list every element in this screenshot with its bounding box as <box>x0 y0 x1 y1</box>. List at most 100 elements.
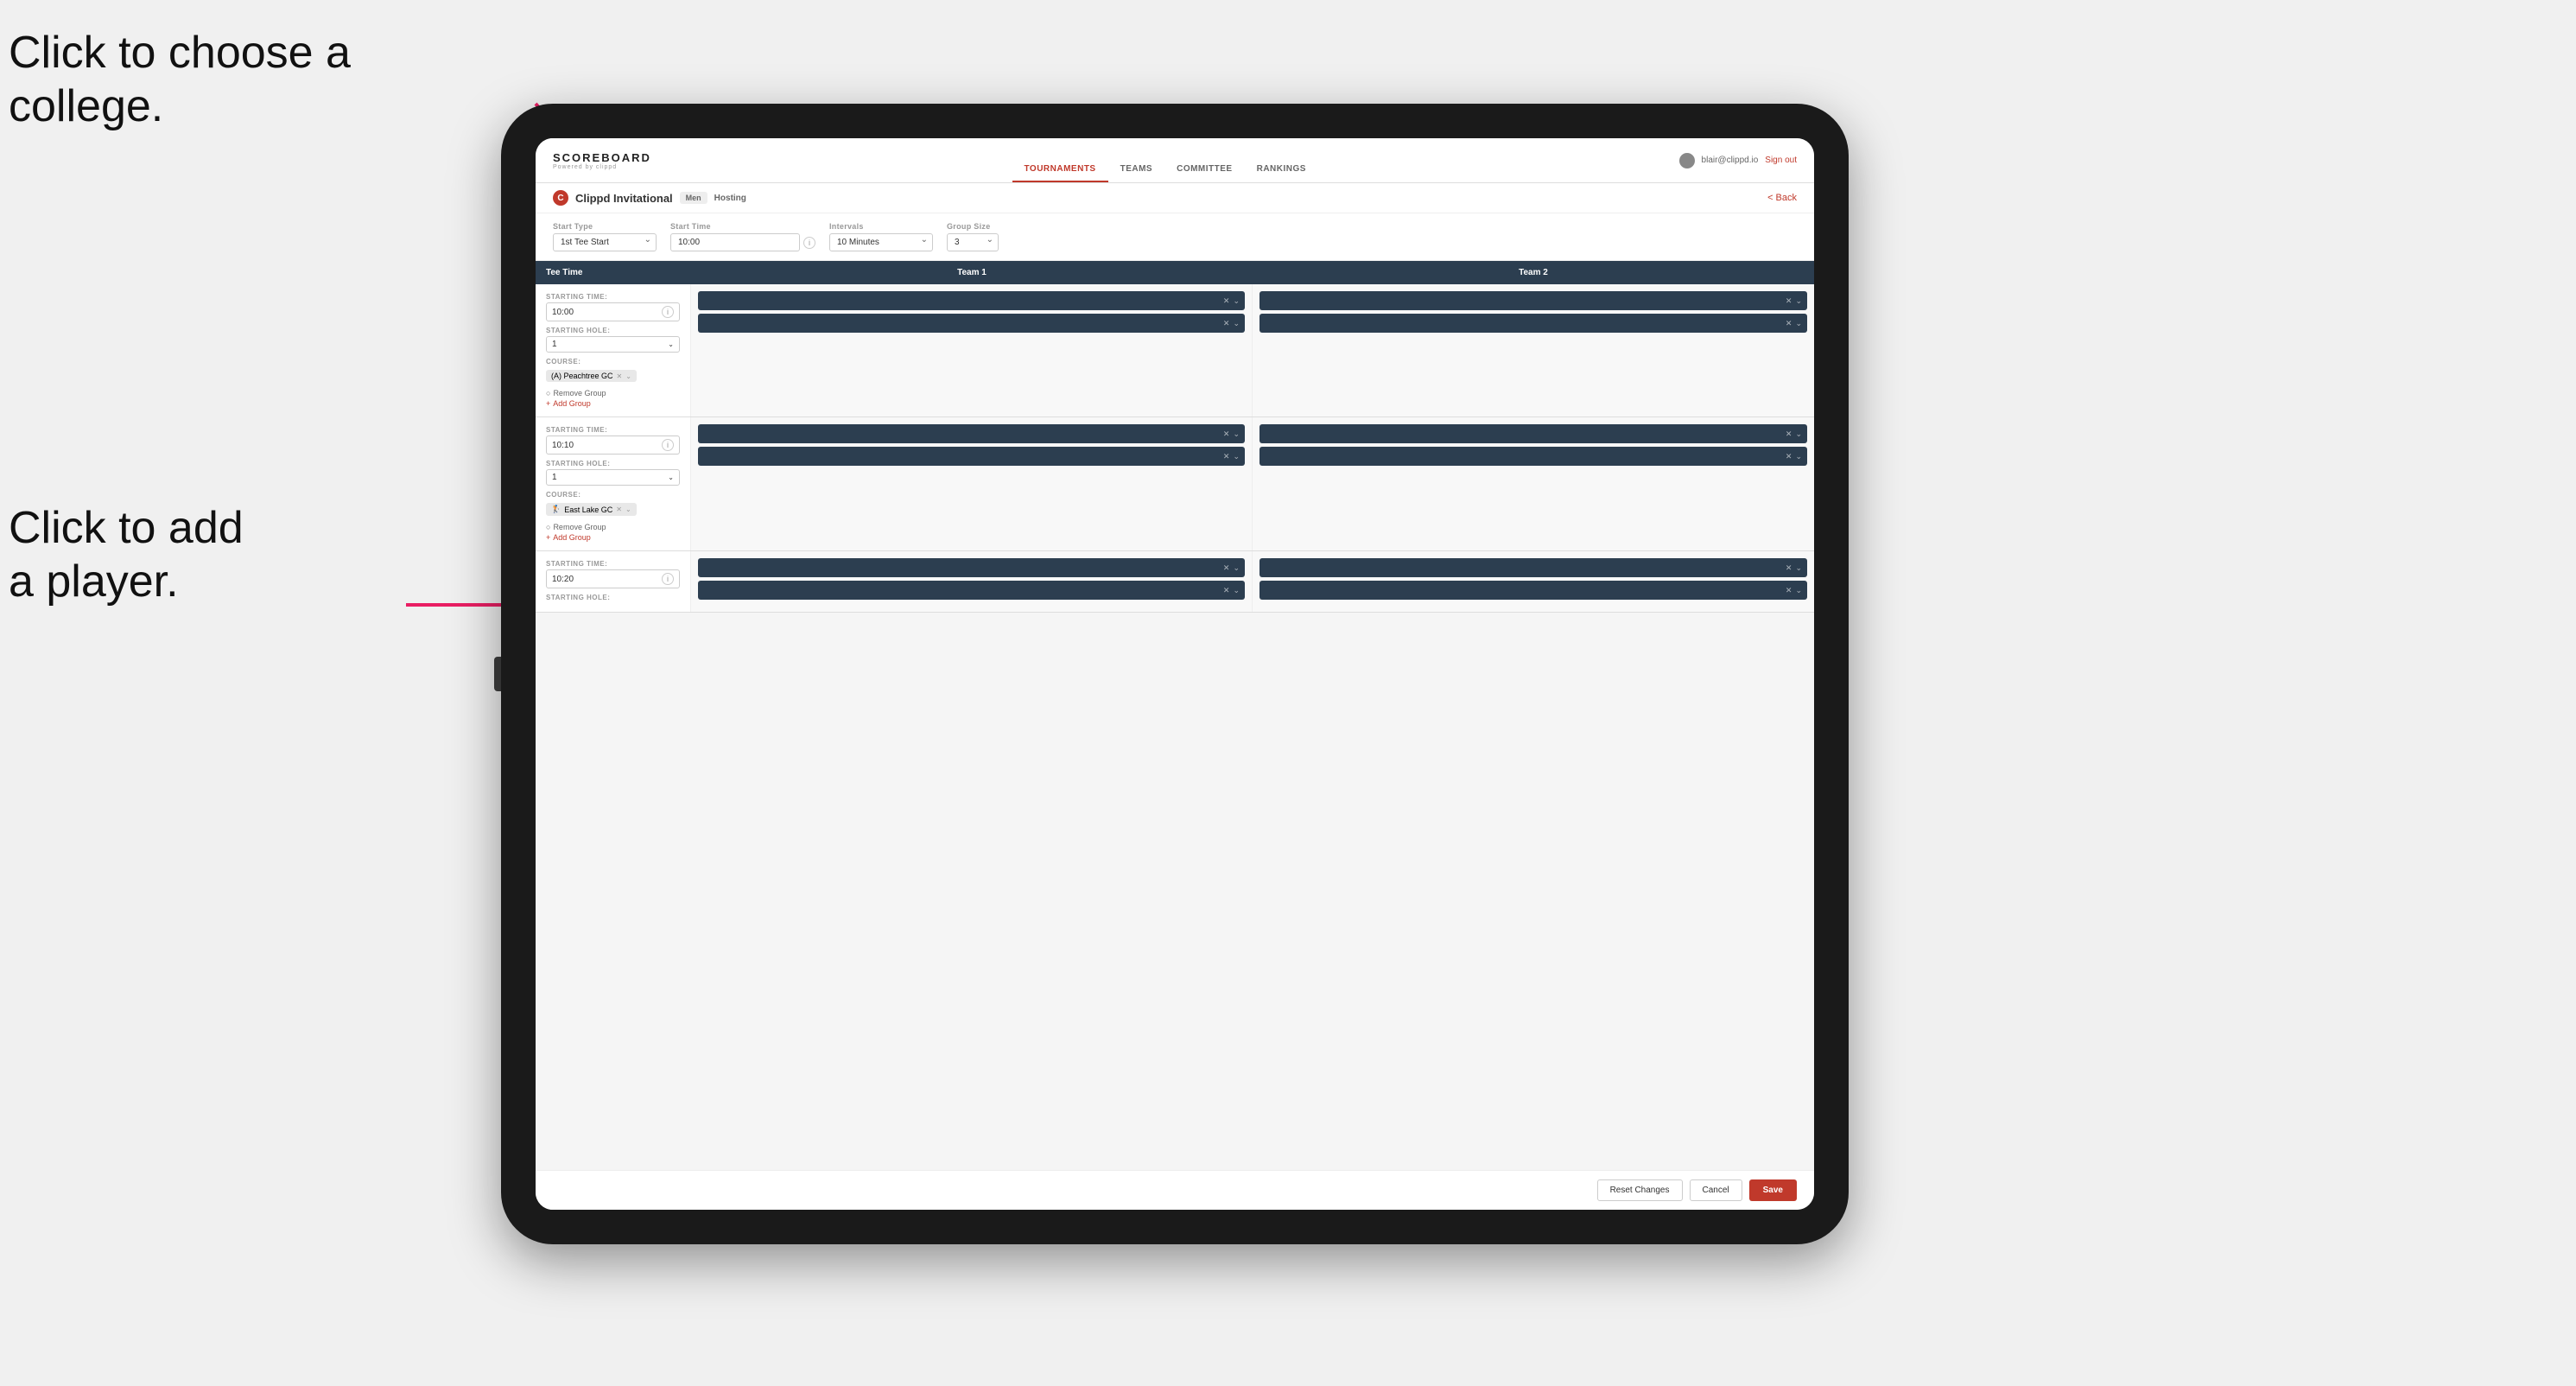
player-x[interactable]: ✕ <box>1786 563 1792 573</box>
remove-group-2[interactable]: ○ Remove Group <box>546 523 680 531</box>
starting-hole-label-3: STARTING HOLE: <box>546 594 680 601</box>
player-row[interactable]: ✕ ⌄ <box>1259 424 1807 443</box>
player-x[interactable]: ✕ <box>1786 452 1792 461</box>
player-x[interactable]: ✕ <box>1786 296 1792 306</box>
nav-teams[interactable]: TEAMS <box>1108 157 1165 182</box>
tournament-name: Clippd Invitational <box>575 192 673 205</box>
controls-row: Start Type 1st Tee Start Start Time i In… <box>536 213 1814 261</box>
group-size-group: Group Size 3 <box>947 222 999 251</box>
course-remove-x-1[interactable]: ✕ <box>617 372 623 380</box>
player-x[interactable]: ✕ <box>1223 296 1230 306</box>
th-team2: Team 2 <box>1253 261 1814 284</box>
player-x[interactable]: ✕ <box>1786 319 1792 328</box>
starting-time-input-1[interactable]: 10:00 i <box>546 302 680 321</box>
course-label-1: COURSE: <box>546 358 680 366</box>
player-x[interactable]: ✕ <box>1223 429 1230 439</box>
player-chevron: ⌄ <box>1795 563 1802 573</box>
course-chevron-1[interactable]: ⌄ <box>625 372 631 380</box>
starting-hole-select-1[interactable]: 1 ⌄ <box>546 336 680 353</box>
gender-badge: Men <box>680 192 707 204</box>
player-x[interactable]: ✕ <box>1223 452 1230 461</box>
start-type-select[interactable]: 1st Tee Start <box>553 233 657 251</box>
intervals-label: Intervals <box>829 222 933 231</box>
start-time-input[interactable] <box>670 233 800 251</box>
player-row[interactable]: ✕ ⌄ <box>1259 447 1807 466</box>
player-chevron: ⌄ <box>1233 296 1240 306</box>
course-label-2: COURSE: <box>546 491 680 499</box>
remove-group-1[interactable]: ○ Remove Group <box>546 389 680 397</box>
table-header: Tee Time Team 1 Team 2 <box>536 261 1814 284</box>
player-chevron: ⌄ <box>1795 319 1802 328</box>
player-x[interactable]: ✕ <box>1223 563 1230 573</box>
player-row[interactable]: ✕ ⌄ <box>1259 581 1807 600</box>
tablet-screen: SCOREBOARD Powered by clippd TOURNAMENTS… <box>536 138 1814 1210</box>
clippd-logo: C <box>553 190 568 206</box>
player-chevron: ⌄ <box>1795 296 1802 306</box>
nav-committee[interactable]: COMMITTEE <box>1164 157 1245 182</box>
course-name-1: (A) Peachtree GC <box>551 372 613 380</box>
player-row[interactable]: ✕ ⌄ <box>698 558 1245 577</box>
starting-hole-select-2[interactable]: 1 ⌄ <box>546 469 680 486</box>
reset-changes-button[interactable]: Reset Changes <box>1597 1179 1683 1201</box>
team2-players-1: ✕ ⌄ ✕ ⌄ <box>1253 284 1814 416</box>
player-row[interactable]: ✕ ⌄ <box>698 291 1245 310</box>
tee-left-2: STARTING TIME: 10:10 i STARTING HOLE: 1 … <box>536 417 691 550</box>
starting-hole-label-1: STARTING HOLE: <box>546 327 680 334</box>
course-tag-1: (A) Peachtree GC ✕ ⌄ <box>546 370 637 382</box>
course-remove-x-2[interactable]: ✕ <box>616 505 622 513</box>
add-group-1[interactable]: + Add Group <box>546 399 680 408</box>
tee-block-3: STARTING TIME: 10:20 i STARTING HOLE: ✕ … <box>536 551 1814 613</box>
user-avatar <box>1679 153 1695 168</box>
team1-players-1: ✕ ⌄ ✕ ⌄ <box>691 284 1253 416</box>
start-time-input-wrap: i <box>670 233 815 251</box>
start-type-select-wrapper: 1st Tee Start <box>553 233 657 251</box>
team2-players-3: ✕ ⌄ ✕ ⌄ <box>1253 551 1814 612</box>
course-tag-row-1: (A) Peachtree GC ✕ ⌄ <box>546 367 680 385</box>
player-row[interactable]: ✕ ⌄ <box>698 581 1245 600</box>
header-right: blair@clippd.io Sign out <box>1679 153 1797 168</box>
intervals-select[interactable]: 10 Minutes <box>829 233 933 251</box>
player-x[interactable]: ✕ <box>1223 586 1230 595</box>
starting-time-input-2[interactable]: 10:10 i <box>546 436 680 455</box>
logo-sub: Powered by clippd <box>553 164 651 170</box>
th-tee-time: Tee Time <box>536 261 691 284</box>
tee-left-3: STARTING TIME: 10:20 i STARTING HOLE: <box>536 551 691 612</box>
player-chevron: ⌄ <box>1795 452 1802 461</box>
player-x[interactable]: ✕ <box>1786 429 1792 439</box>
user-email: blair@clippd.io <box>1702 156 1759 165</box>
player-x[interactable]: ✕ <box>1223 319 1230 328</box>
save-button[interactable]: Save <box>1749 1179 1797 1201</box>
nav-tournaments[interactable]: TOURNAMENTS <box>1012 157 1108 182</box>
player-x[interactable]: ✕ <box>1786 586 1792 595</box>
tee-left-1: STARTING TIME: 10:00 i STARTING HOLE: 1 … <box>536 284 691 416</box>
sign-out-link[interactable]: Sign out <box>1765 156 1797 165</box>
cancel-button[interactable]: Cancel <box>1690 1179 1742 1201</box>
logo-text: SCOREBOARD <box>553 151 651 164</box>
intervals-group: Intervals 10 Minutes <box>829 222 933 251</box>
player-row[interactable]: ✕ ⌄ <box>698 447 1245 466</box>
course-icon-2: 🏌 <box>551 505 561 514</box>
starting-time-input-3[interactable]: 10:20 i <box>546 569 680 588</box>
logo: SCOREBOARD Powered by clippd <box>553 151 651 170</box>
player-row[interactable]: ✕ ⌄ <box>1259 558 1807 577</box>
player-row[interactable]: ✕ ⌄ <box>1259 291 1807 310</box>
hosting-tag: Hosting <box>714 194 746 203</box>
tee-block-2: STARTING TIME: 10:10 i STARTING HOLE: 1 … <box>536 417 1814 551</box>
player-row[interactable]: ✕ ⌄ <box>1259 314 1807 333</box>
player-row[interactable]: ✕ ⌄ <box>698 424 1245 443</box>
th-team1: Team 1 <box>691 261 1253 284</box>
group-size-select[interactable]: 3 <box>947 233 999 251</box>
tee-block-1: STARTING TIME: 10:00 i STARTING HOLE: 1 … <box>536 284 1814 417</box>
player-row[interactable]: ✕ ⌄ <box>698 314 1245 333</box>
annotation-choose-college: Click to choose a college. <box>9 26 351 134</box>
player-chevron: ⌄ <box>1233 452 1240 461</box>
course-chevron-2[interactable]: ⌄ <box>625 505 631 513</box>
add-group-2[interactable]: + Add Group <box>546 533 680 542</box>
player-chevron: ⌄ <box>1795 586 1802 595</box>
back-button[interactable]: < Back <box>1767 193 1797 203</box>
nav-rankings[interactable]: RANKINGS <box>1245 157 1318 182</box>
player-chevron: ⌄ <box>1233 563 1240 573</box>
player-chevron: ⌄ <box>1795 429 1802 439</box>
player-chevron: ⌄ <box>1233 429 1240 439</box>
sub-header: C Clippd Invitational Men Hosting < Back <box>536 183 1814 213</box>
